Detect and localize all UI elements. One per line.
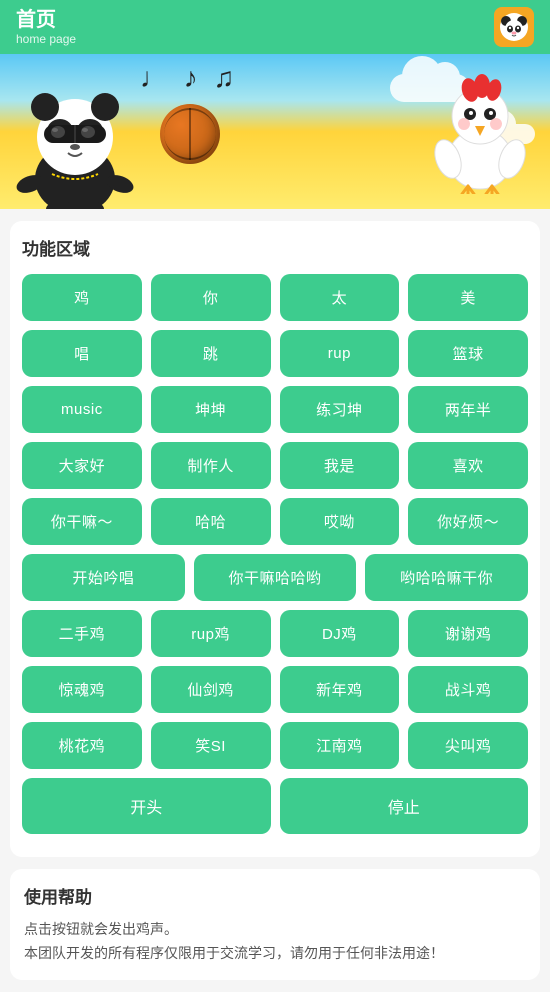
start-button[interactable]: 开头: [22, 778, 271, 834]
page-title-en: home page: [16, 32, 76, 46]
btn-kunkun[interactable]: 坤坤: [151, 386, 271, 433]
btn-music[interactable]: music: [22, 386, 142, 433]
button-row-9: 桃花鸡 笑SI 江南鸡 尖叫鸡: [22, 722, 528, 769]
btn-rup[interactable]: rup: [280, 330, 400, 377]
functional-section: 功能区域 鸡 你 太 美 唱 跳 rup 篮球 music 坤坤 练习坤 两年半…: [10, 221, 540, 857]
stop-button[interactable]: 停止: [280, 778, 529, 834]
button-row-1: 鸡 你 太 美: [22, 274, 528, 321]
btn-ji[interactable]: 鸡: [22, 274, 142, 321]
btn-niganna[interactable]: 你干嘛～: [22, 498, 142, 545]
header-title-block: 首页 home page: [16, 8, 76, 46]
btn-haha[interactable]: 哈哈: [151, 498, 271, 545]
header: 首页 home page: [0, 0, 550, 54]
btn-niganna2[interactable]: 你干嘛哈哈哟: [194, 554, 357, 601]
page-title-zh: 首页: [16, 8, 76, 32]
btn-aiyou[interactable]: 哎呦: [280, 498, 400, 545]
btn-woshi[interactable]: 我是: [280, 442, 400, 489]
basketball: [160, 104, 220, 164]
panda-icon: [496, 9, 532, 45]
help-line-2: 本团队开发的所有程序仅限用于交流学习，请勿用于任何非法用途！: [24, 942, 526, 966]
help-line-1: 点击按钮就会发出鸡声。: [24, 918, 526, 942]
btn-lianxikun[interactable]: 练习坤: [280, 386, 400, 433]
btn-liangnianbul[interactable]: 两年半: [408, 386, 528, 433]
btn-xiejieji[interactable]: 谢谢鸡: [408, 610, 528, 657]
btn-mei[interactable]: 美: [408, 274, 528, 321]
btn-taohua[interactable]: 桃花鸡: [22, 722, 142, 769]
btn-djji[interactable]: DJ鸡: [280, 610, 400, 657]
banner: ♩ ♪ ♫: [0, 54, 550, 209]
btn-chang[interactable]: 唱: [22, 330, 142, 377]
btn-kaishiyinchang[interactable]: 开始吟唱: [22, 554, 185, 601]
music-notes: ♩ ♪ ♫: [140, 62, 239, 94]
section-title: 功能区域: [22, 235, 528, 260]
button-row-6: 开始吟唱 你干嘛哈哈哟 哟哈哈嘛干你: [22, 554, 528, 601]
btn-jiangnan[interactable]: 江南鸡: [280, 722, 400, 769]
btn-dajia[interactable]: 大家好: [22, 442, 142, 489]
button-row-7: 二手鸡 rup鸡 DJ鸡 谢谢鸡: [22, 610, 528, 657]
btn-tai[interactable]: 太: [280, 274, 400, 321]
btn-jinghun[interactable]: 惊魂鸡: [22, 666, 142, 713]
btn-nihaofen[interactable]: 你好烦～: [408, 498, 528, 545]
avatar: [494, 7, 534, 47]
btn-zhandou[interactable]: 战斗鸡: [408, 666, 528, 713]
button-row-2: 唱 跳 rup 篮球: [22, 330, 528, 377]
btn-rupji[interactable]: rup鸡: [151, 610, 271, 657]
btn-xinnian[interactable]: 新年鸡: [280, 666, 400, 713]
btn-lanqiu[interactable]: 篮球: [408, 330, 528, 377]
chicken-character: [430, 64, 530, 199]
btn-zhizuoren[interactable]: 制作人: [151, 442, 271, 489]
button-row-3: music 坤坤 练习坤 两年半: [22, 386, 528, 433]
btn-yohaha[interactable]: 哟哈哈嘛干你: [365, 554, 528, 601]
btn-xianjian[interactable]: 仙剑鸡: [151, 666, 271, 713]
btn-xiaosi[interactable]: 笑SI: [151, 722, 271, 769]
button-row-4: 大家好 制作人 我是 喜欢: [22, 442, 528, 489]
btn-tiao[interactable]: 跳: [151, 330, 271, 377]
button-row-8: 惊魂鸡 仙剑鸡 新年鸡 战斗鸡: [22, 666, 528, 713]
btn-jianjiao[interactable]: 尖叫鸡: [408, 722, 528, 769]
button-row-5: 你干嘛～ 哈哈 哎呦 你好烦～: [22, 498, 528, 545]
btn-xihuan[interactable]: 喜欢: [408, 442, 528, 489]
help-section: 使用帮助 点击按钮就会发出鸡声。 本团队开发的所有程序仅限用于交流学习，请勿用于…: [10, 869, 540, 980]
panda-character: [10, 69, 140, 209]
btn-ni[interactable]: 你: [151, 274, 271, 321]
btn-ershouji[interactable]: 二手鸡: [22, 610, 142, 657]
help-title: 使用帮助: [24, 883, 526, 908]
action-row: 开头 停止: [22, 778, 528, 834]
